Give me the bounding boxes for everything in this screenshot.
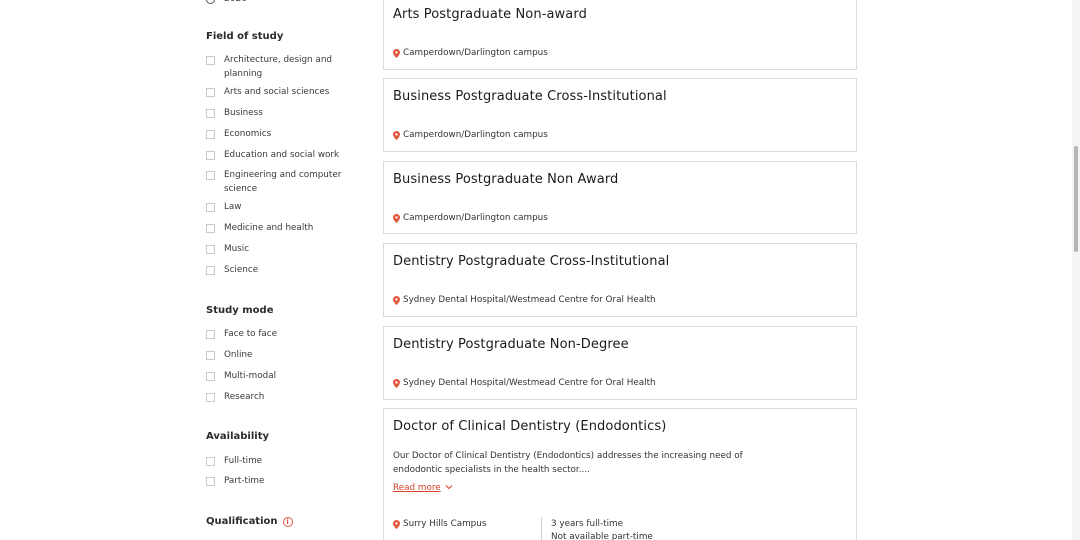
checkbox-label: Arts and social sciences bbox=[224, 87, 330, 97]
radio-circle-icon[interactable] bbox=[206, 0, 215, 4]
checkbox[interactable] bbox=[206, 56, 215, 65]
filter-law[interactable]: Law bbox=[206, 201, 346, 215]
filter-medicine[interactable]: Medicine and health bbox=[206, 222, 346, 236]
checkbox[interactable] bbox=[206, 393, 215, 402]
course-title[interactable]: Arts Postgraduate Non-award bbox=[393, 7, 587, 22]
checkbox-label: Multi-modal bbox=[224, 371, 277, 381]
course-title[interactable]: Doctor of Clinical Dentistry (Endodontic… bbox=[393, 419, 666, 434]
checkbox[interactable] bbox=[206, 351, 215, 360]
checkbox-label: Business bbox=[224, 108, 263, 118]
checkbox[interactable] bbox=[206, 330, 215, 339]
course-title[interactable]: Dentistry Postgraduate Cross-Institution… bbox=[393, 254, 669, 269]
info-icon[interactable]: i bbox=[282, 517, 293, 527]
filter-arts[interactable]: Arts and social sciences bbox=[206, 86, 346, 100]
location-text: Surry Hills Campus bbox=[403, 519, 487, 529]
checkbox-label: Full-time bbox=[224, 456, 263, 466]
location-pin-icon bbox=[393, 48, 400, 58]
location-pin-icon bbox=[393, 130, 400, 140]
checkbox-label: Part-time bbox=[224, 476, 265, 486]
course-location: Surry Hills Campus bbox=[393, 519, 486, 529]
filter-research[interactable]: Research bbox=[206, 391, 346, 405]
filter-music[interactable]: Music bbox=[206, 243, 346, 257]
checkbox[interactable] bbox=[206, 151, 215, 160]
qualification-label: Qualification bbox=[206, 516, 278, 527]
course-card[interactable]: Business Postgraduate Non Award Camperdo… bbox=[383, 161, 857, 234]
read-more-label: Read more bbox=[393, 483, 441, 493]
qualification-heading: Qualification i bbox=[206, 516, 293, 527]
checkbox[interactable] bbox=[206, 171, 215, 180]
course-card[interactable]: Arts Postgraduate Non-award Camperdown/D… bbox=[383, 0, 857, 70]
checkbox-label: Architecture, design and planning bbox=[224, 55, 332, 79]
checkbox[interactable] bbox=[206, 477, 215, 486]
checkbox-label: Music bbox=[224, 244, 250, 254]
duration-info: 3 years full-time Not available part-tim… bbox=[551, 518, 653, 540]
availability-heading: Availability bbox=[206, 431, 269, 442]
duration-full-time: 3 years full-time bbox=[551, 519, 624, 529]
radio-label: 2026 bbox=[224, 0, 247, 4]
location-text: Camperdown/Darlington campus bbox=[403, 213, 548, 223]
filter-engineering[interactable]: Engineering and computer science bbox=[206, 169, 346, 196]
filter-economics[interactable]: Economics bbox=[206, 128, 346, 142]
field-of-study-heading: Field of study bbox=[206, 31, 284, 42]
course-title[interactable]: Dentistry Postgraduate Non-Degree bbox=[393, 337, 629, 352]
location-text: Sydney Dental Hospital/Westmead Centre f… bbox=[403, 295, 656, 305]
course-card[interactable]: Business Postgraduate Cross-Institutiona… bbox=[383, 78, 857, 152]
divider bbox=[541, 517, 542, 540]
course-title[interactable]: Business Postgraduate Cross-Institutiona… bbox=[393, 89, 667, 104]
checkbox-label: Economics bbox=[224, 129, 272, 139]
course-location: Camperdown/Darlington campus bbox=[393, 130, 548, 140]
course-card[interactable]: Doctor of Clinical Dentistry (Endodontic… bbox=[383, 408, 857, 540]
checkbox-label: Online bbox=[224, 350, 253, 360]
checkbox[interactable] bbox=[206, 203, 215, 212]
checkbox-label: Research bbox=[224, 392, 265, 402]
checkbox[interactable] bbox=[206, 130, 215, 139]
filter-business[interactable]: Business bbox=[206, 107, 346, 121]
checkbox[interactable] bbox=[206, 372, 215, 381]
course-location: Camperdown/Darlington campus bbox=[393, 48, 548, 58]
checkbox-label: Education and social work bbox=[224, 150, 340, 160]
course-location: Camperdown/Darlington campus bbox=[393, 213, 548, 223]
checkbox[interactable] bbox=[206, 457, 215, 466]
course-description: Our Doctor of Clinical Dentistry (Endodo… bbox=[393, 451, 743, 475]
checkbox-label: Science bbox=[224, 265, 259, 275]
location-pin-icon bbox=[393, 519, 400, 529]
checkbox[interactable] bbox=[206, 266, 215, 275]
location-pin-icon bbox=[393, 295, 400, 305]
checkbox-label: Medicine and health bbox=[224, 223, 314, 233]
checkbox[interactable] bbox=[206, 245, 215, 254]
course-title[interactable]: Business Postgraduate Non Award bbox=[393, 172, 618, 187]
checkbox-label: Engineering and computer science bbox=[224, 170, 342, 194]
filter-science[interactable]: Science bbox=[206, 264, 346, 278]
filter-online[interactable]: Online bbox=[206, 349, 346, 363]
location-pin-icon bbox=[393, 378, 400, 388]
checkbox[interactable] bbox=[206, 109, 215, 118]
filter-multi-modal[interactable]: Multi-modal bbox=[206, 370, 346, 384]
duration-part-time: Not available part-time bbox=[551, 532, 653, 540]
read-more-link[interactable]: Read more bbox=[393, 483, 453, 493]
checkbox[interactable] bbox=[206, 88, 215, 97]
filter-part-time[interactable]: Part-time bbox=[206, 475, 346, 489]
course-card[interactable]: Dentistry Postgraduate Non-Degree Sydney… bbox=[383, 326, 857, 400]
study-mode-heading: Study mode bbox=[206, 305, 274, 316]
filter-education[interactable]: Education and social work bbox=[206, 149, 346, 163]
scrollbar-track[interactable] bbox=[1072, 0, 1080, 540]
year-radio-option[interactable]: 2026 bbox=[206, 0, 247, 4]
checkbox-label: Law bbox=[224, 202, 242, 212]
filter-full-time[interactable]: Full-time bbox=[206, 455, 346, 469]
filter-face-to-face[interactable]: Face to face bbox=[206, 328, 346, 342]
checkbox[interactable] bbox=[206, 224, 215, 233]
course-card[interactable]: Dentistry Postgraduate Cross-Institution… bbox=[383, 243, 857, 317]
chevron-down-icon bbox=[445, 485, 453, 490]
filter-architecture[interactable]: Architecture, design and planning bbox=[206, 54, 346, 81]
location-text: Camperdown/Darlington campus bbox=[403, 130, 548, 140]
scrollbar-thumb[interactable] bbox=[1074, 146, 1078, 252]
checkbox-label: Face to face bbox=[224, 329, 278, 339]
course-location: Sydney Dental Hospital/Westmead Centre f… bbox=[393, 295, 656, 305]
location-pin-icon bbox=[393, 213, 400, 223]
location-text: Sydney Dental Hospital/Westmead Centre f… bbox=[403, 378, 656, 388]
location-text: Camperdown/Darlington campus bbox=[403, 48, 548, 58]
course-location: Sydney Dental Hospital/Westmead Centre f… bbox=[393, 378, 656, 388]
